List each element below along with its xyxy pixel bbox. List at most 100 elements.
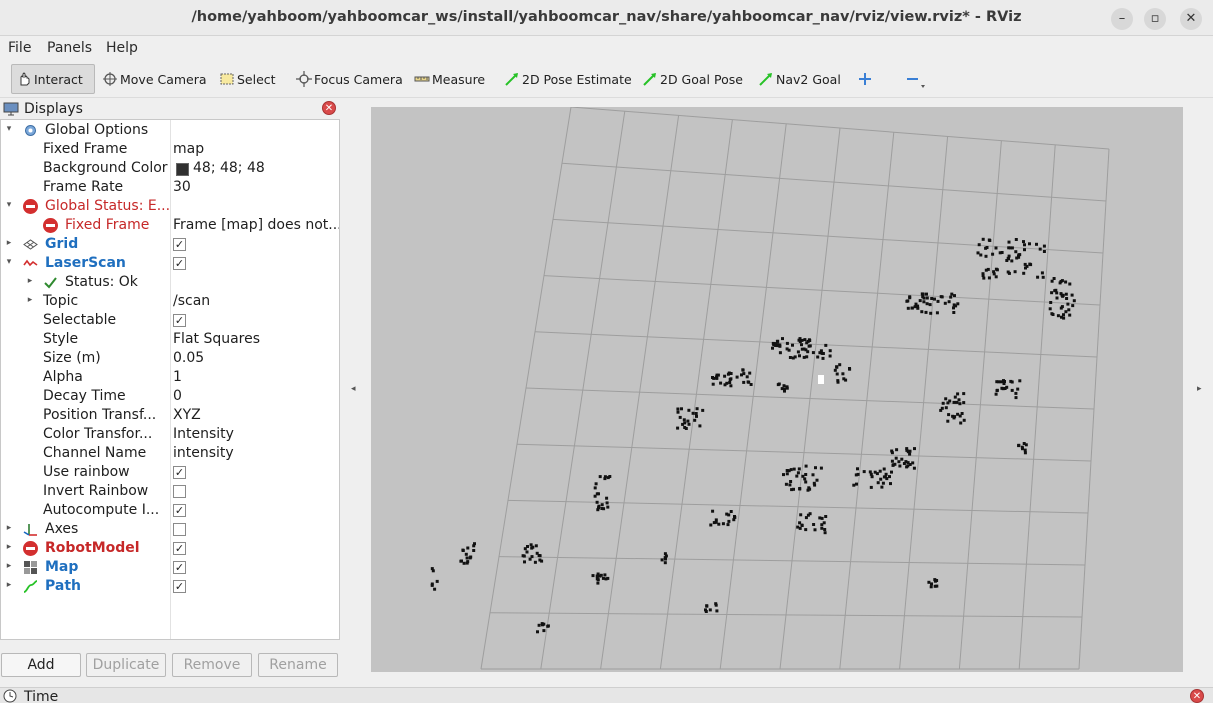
- tool-nav2-goal[interactable]: Nav2 Goal: [754, 64, 845, 94]
- tool-move-camera[interactable]: Move Camera: [98, 64, 211, 94]
- display-property-value[interactable]: 0.05: [173, 350, 204, 366]
- display-property-value[interactable]: Frame [map] does not...: [173, 217, 339, 233]
- add-button[interactable]: Add: [1, 653, 81, 677]
- scan-point: [987, 238, 991, 242]
- expand-arrow-icon[interactable]: ▸: [25, 295, 35, 305]
- add-tool-button[interactable]: [853, 64, 879, 94]
- enable-checkbox[interactable]: ✓: [173, 238, 186, 251]
- scan-point: [940, 295, 944, 299]
- display-property-value[interactable]: 30: [173, 179, 191, 195]
- display-property-value[interactable]: 0: [173, 388, 182, 404]
- display-tree-row[interactable]: Selectable ✓: [1, 311, 339, 330]
- display-tree-row[interactable]: Background Color 48; 48; 48: [1, 159, 339, 178]
- remove-tool-button[interactable]: [900, 64, 932, 94]
- display-property-value[interactable]: 1: [173, 369, 182, 385]
- expand-arrow-icon[interactable]: ▸: [4, 580, 14, 590]
- display-tree-row[interactable]: ▸ Status: Ok: [1, 273, 339, 292]
- robot-marker: [818, 375, 824, 384]
- tool-select[interactable]: Select: [215, 64, 280, 94]
- enable-checkbox[interactable]: ✓: [173, 561, 186, 574]
- enable-checkbox[interactable]: ✓: [173, 580, 186, 593]
- collapse-arrow-icon[interactable]: ▾: [4, 257, 14, 267]
- display-tree-row[interactable]: Use rainbow ✓: [1, 463, 339, 482]
- display-tree-row[interactable]: ▾ LaserScan ✓: [1, 254, 339, 273]
- expand-arrow-icon[interactable]: ▸: [4, 542, 14, 552]
- display-tree-row[interactable]: ▸ Map ✓: [1, 558, 339, 577]
- scan-point: [594, 482, 598, 486]
- duplicate-button[interactable]: Duplicate: [86, 653, 166, 677]
- tool-focus-camera[interactable]: Focus Camera: [292, 64, 407, 94]
- display-tree-row[interactable]: ▾ Global Status: E...: [1, 197, 339, 216]
- rename-button[interactable]: Rename: [258, 653, 338, 677]
- display-tree-row[interactable]: Style Flat Squares: [1, 330, 339, 349]
- close-panel-icon[interactable]: ✕: [322, 101, 336, 115]
- display-tree-row[interactable]: ▾ Global Options: [1, 121, 339, 140]
- display-property-value[interactable]: /scan: [173, 293, 210, 309]
- minimize-icon: –: [1118, 11, 1126, 26]
- menu-file[interactable]: File: [8, 40, 31, 56]
- render-viewport[interactable]: [371, 107, 1183, 672]
- display-tree-row[interactable]: Fixed Frame Frame [map] does not...: [1, 216, 339, 235]
- display-tree-row[interactable]: ▸ Path ✓: [1, 577, 339, 596]
- display-property-name: Alpha: [43, 369, 83, 385]
- display-property-value[interactable]: map: [173, 141, 204, 157]
- color-swatch[interactable]: [176, 163, 189, 176]
- collapse-left-arrow[interactable]: ◂: [351, 384, 356, 394]
- expand-arrow-icon[interactable]: ▸: [4, 561, 14, 571]
- display-tree-row[interactable]: Size (m) 0.05: [1, 349, 339, 368]
- display-property-value[interactable]: XYZ: [173, 407, 201, 423]
- display-tree-row[interactable]: Autocompute I... ✓: [1, 501, 339, 520]
- tool-2d-pose-estimate[interactable]: 2D Pose Estimate: [500, 64, 636, 94]
- display-property-value[interactable]: intensity: [173, 445, 234, 461]
- collapse-arrow-icon[interactable]: ▾: [4, 124, 14, 134]
- display-tree-row[interactable]: Invert Rainbow: [1, 482, 339, 501]
- menu-help[interactable]: Help: [106, 40, 138, 56]
- display-tree-row[interactable]: Fixed Frame map: [1, 140, 339, 159]
- display-tree-row[interactable]: Position Transf... XYZ: [1, 406, 339, 425]
- scene-canvas[interactable]: [371, 107, 1183, 672]
- display-tree-row[interactable]: ▸ Axes: [1, 520, 339, 539]
- display-tree-row[interactable]: Frame Rate 30: [1, 178, 339, 197]
- display-tree-row[interactable]: Alpha 1: [1, 368, 339, 387]
- expand-arrow-icon[interactable]: ▸: [4, 238, 14, 248]
- checkmark-icon: [43, 275, 58, 290]
- collapse-right-arrow[interactable]: ▸: [1197, 384, 1202, 394]
- enable-checkbox[interactable]: [173, 523, 186, 536]
- tool-interact[interactable]: Interact: [11, 64, 95, 94]
- display-property-value[interactable]: Flat Squares: [173, 331, 260, 347]
- menu-panels[interactable]: Panels: [47, 40, 92, 56]
- display-tree-row[interactable]: Color Transfor... Intensity: [1, 425, 339, 444]
- display-tree-row[interactable]: Decay Time 0: [1, 387, 339, 406]
- scan-point: [922, 300, 926, 304]
- maximize-button[interactable]: ▫: [1144, 8, 1166, 30]
- scan-point: [984, 254, 988, 258]
- scan-point: [468, 556, 472, 560]
- display-tree-row[interactable]: Channel Name intensity: [1, 444, 339, 463]
- scan-point: [888, 475, 891, 479]
- scan-point: [958, 414, 962, 418]
- collapse-arrow-icon[interactable]: ▾: [4, 200, 14, 210]
- time-panel-title: Time: [24, 689, 59, 703]
- display-tree-row[interactable]: ▸ Grid ✓: [1, 235, 339, 254]
- display-property-value[interactable]: 48; 48; 48: [193, 160, 265, 176]
- display-tree-row[interactable]: ▸ Topic/scan: [1, 292, 339, 311]
- remove-button[interactable]: Remove: [172, 653, 252, 677]
- close-time-panel-icon[interactable]: ✕: [1190, 689, 1204, 703]
- minimize-button[interactable]: –: [1111, 8, 1133, 30]
- expand-arrow-icon[interactable]: ▸: [25, 276, 35, 286]
- enable-checkbox[interactable]: ✓: [173, 314, 186, 327]
- display-tree-row[interactable]: ▸ RobotModel ✓: [1, 539, 339, 558]
- tool-measure[interactable]: Measure: [410, 64, 489, 94]
- scan-point: [785, 472, 789, 476]
- expand-arrow-icon[interactable]: ▸: [4, 523, 14, 533]
- close-window-button[interactable]: ✕: [1180, 8, 1202, 30]
- tool-2d-goal-pose[interactable]: 2D Goal Pose: [638, 64, 747, 94]
- enable-checkbox[interactable]: ✓: [173, 257, 186, 270]
- enable-checkbox[interactable]: ✓: [173, 504, 186, 517]
- display-property-value[interactable]: Intensity: [173, 426, 234, 442]
- scan-point: [848, 367, 851, 370]
- enable-checkbox[interactable]: ✓: [173, 542, 186, 555]
- enable-checkbox[interactable]: [173, 485, 186, 498]
- scan-point: [676, 426, 680, 430]
- enable-checkbox[interactable]: ✓: [173, 466, 186, 479]
